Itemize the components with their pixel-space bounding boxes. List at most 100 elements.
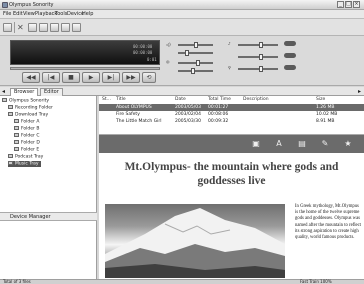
play-button[interactable]: ▶ [82,72,100,83]
row-time: 00:08:06 [208,112,229,117]
balance-knob[interactable] [185,50,189,56]
toolbar-separator [14,22,15,33]
tone-knob[interactable] [191,68,195,74]
folder-icon [14,126,19,130]
tree-item-folder-d[interactable]: Folder D [14,140,40,146]
fast-forward-button[interactable]: ▶▶ [122,72,140,83]
computer-icon [2,98,7,102]
lcd-display: 00:00:00 00:00:00 0:01 [10,40,160,65]
noise-cancel-knob[interactable] [259,42,263,48]
row-time: 00:09:32 [208,119,229,124]
copy-icon[interactable] [39,23,48,32]
table-row[interactable]: About OLYMPUS 2003/05/03 00:01:27 1.26 M… [99,104,364,111]
column-status[interactable]: St... [102,97,111,102]
upload-icon[interactable] [61,23,70,32]
close-button[interactable]: × [353,1,360,8]
tab-browser[interactable]: Browser [10,88,39,96]
tree-item-download-tray[interactable]: Download Tray [8,112,48,118]
tree-item-label: Folder A [21,119,40,125]
podcast-icon [8,154,13,158]
minimize-button[interactable]: _ [337,1,344,8]
column-total-time[interactable]: Total Time [208,97,231,102]
noise-cancel-toggle[interactable] [284,41,296,46]
stop-button[interactable]: ■ [62,72,80,83]
tree-root-label: Olympus Sonority [9,98,50,104]
voice-filter-toggle[interactable] [284,65,296,70]
tree-item-podcast-tray[interactable]: Podcast Tray [8,154,43,160]
speed-icon: ◎ [166,59,170,64]
folder-icon [14,140,19,144]
app-icon [2,2,8,8]
eq-slider[interactable] [238,54,278,60]
column-size[interactable]: Size [316,97,325,102]
row-size: 10.02 MB [316,112,338,117]
eq-toggle[interactable] [284,53,296,58]
star-icon[interactable]: ★ [343,139,353,149]
tray-icon [8,112,13,116]
content-pane: ▣ A ▤ ✎ ★ Mt.Olympus- the mountain where… [99,134,364,279]
tone-slider[interactable] [178,68,213,74]
voice-filter-knob[interactable] [259,66,263,72]
window-title: Olympus Sonority [9,2,54,8]
menu-help[interactable]: Help [82,11,93,17]
speed-slider[interactable] [178,60,213,66]
cut-icon[interactable] [28,23,37,32]
seek-bar[interactable] [10,67,160,70]
tree-item-music-tray[interactable]: Music Tray [8,161,41,167]
book-icon[interactable]: ▤ [297,139,307,149]
row-time: 00:01:27 [208,105,229,110]
balance-slider[interactable] [178,50,213,56]
row-title: Fire Safety [116,112,140,117]
title-bar: Olympus Sonority _ □ × [0,0,364,10]
menu-playback[interactable]: Playback [35,11,57,17]
tree-item-label: Folder B [21,126,40,132]
properties-icon[interactable] [3,23,12,32]
column-description[interactable]: Description [243,97,269,102]
tab-editor[interactable]: Editor [40,88,63,96]
voice-filter-slider[interactable] [238,66,278,72]
tree-item-folder-e[interactable]: Folder E [14,147,39,153]
tree-item-folder-c[interactable]: Folder C [14,133,39,139]
row-size: 8.91 MB [316,119,335,124]
noise-cancel-slider[interactable] [238,42,278,48]
column-date[interactable]: Date [175,97,186,102]
rewind-button[interactable]: ◀◀ [22,72,40,83]
voice-filter-icon: ⚲ [228,65,231,70]
menu-tools[interactable]: Tools [55,11,67,17]
menu-bar: File Edit View Playback Tools Device Hel… [0,10,364,19]
music-icon [8,161,13,165]
tree-root[interactable]: Olympus Sonority [2,98,49,104]
speed-knob[interactable] [196,60,200,66]
repeat-button[interactable]: ⟲ [142,72,156,83]
column-title[interactable]: Title [116,97,126,102]
table-row[interactable]: The Little Match Girl 2005/03/30 00:09:3… [99,118,364,125]
bookmark-icon[interactable]: ✎ [320,139,330,149]
image-icon[interactable]: ▣ [251,139,261,149]
article-body: In Greek mythology, Mt.Olympus is the ho… [295,204,361,241]
tree-item-label: Folder E [21,147,40,153]
table-row[interactable]: Fire Safety 2003/02/04 00:08:06 10.02 MB [99,111,364,118]
scroll-left-icon[interactable]: ◂ [2,88,5,95]
eq-knob[interactable] [259,54,263,60]
delete-icon[interactable]: ✕ [17,23,26,32]
skip-back-button[interactable]: |◀ [42,72,60,83]
volume-slider[interactable] [178,42,213,48]
tree-item-recording-folder[interactable]: Recording Folder [8,105,53,111]
maximize-button[interactable]: □ [345,1,352,8]
menu-file[interactable]: File [3,11,11,17]
folder-icon [14,119,19,123]
tree-item-folder-a[interactable]: Folder A [14,119,39,125]
scroll-right-icon[interactable]: ▸ [358,88,361,95]
menu-view[interactable]: View [23,11,35,17]
paste-icon[interactable] [50,23,59,32]
device-manager-header[interactable]: Device Manager [0,212,97,221]
lcd-time-1: 00:00:00 [133,44,153,49]
noise-icon: ♪ [228,41,231,46]
tree-item-label: Podcast Tray [15,154,44,160]
volume-knob[interactable] [194,42,198,48]
menu-edit[interactable]: Edit [13,11,23,17]
skip-forward-button[interactable]: ▶| [102,72,120,83]
text-size-icon[interactable]: A [274,139,284,149]
download-icon[interactable] [72,23,81,32]
tree-item-folder-b[interactable]: Folder B [14,126,39,132]
